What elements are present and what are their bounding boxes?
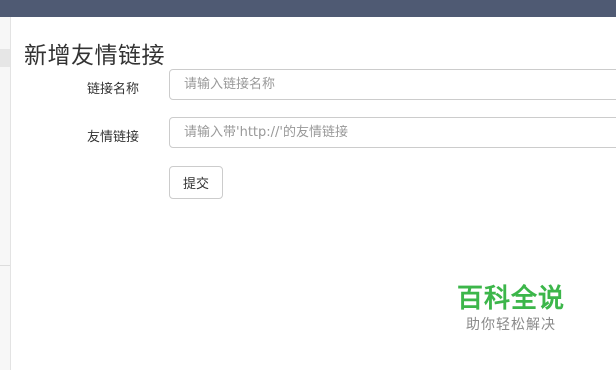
link-url-label: 友情链接	[87, 130, 140, 145]
watermark-subtitle: 助你轻松解决	[466, 317, 556, 333]
sidebar-active-item[interactable]	[0, 49, 10, 67]
watermark-logo: 百科全说 助你轻松解决	[436, 282, 586, 334]
page-title: 新增友情链接	[24, 43, 165, 69]
sidebar-divider	[0, 265, 10, 266]
link-name-label: 链接名称	[87, 82, 140, 97]
top-navbar	[0, 0, 616, 17]
link-url-input[interactable]	[169, 117, 616, 148]
sidebar-edge	[0, 17, 11, 370]
link-name-input[interactable]	[169, 69, 616, 100]
watermark-title: 百科全说	[456, 284, 565, 314]
submit-button[interactable]: 提交	[169, 166, 223, 199]
